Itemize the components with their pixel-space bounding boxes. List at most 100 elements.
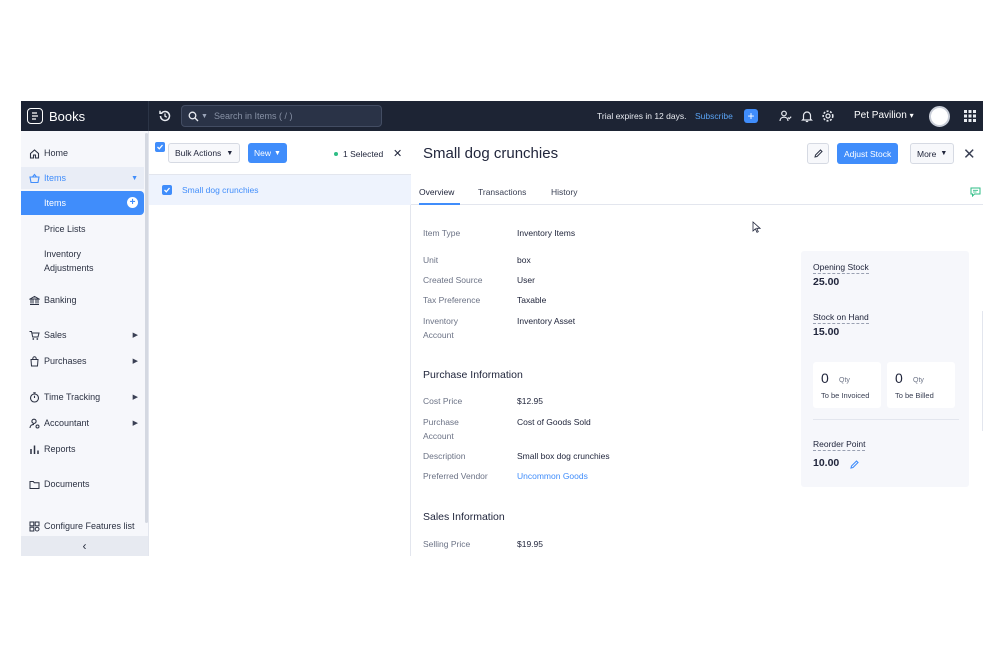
- list-item[interactable]: Small dog crunchies: [149, 175, 411, 205]
- item-name-link[interactable]: Small dog crunchies: [182, 185, 259, 195]
- app-logo[interactable]: Books: [21, 101, 149, 131]
- selected-count: 1 Selected: [343, 149, 384, 159]
- sidebar-item-label: Configure Features list: [44, 521, 135, 531]
- edit-button[interactable]: [807, 143, 829, 164]
- quick-create-button[interactable]: +: [744, 109, 758, 123]
- description-label: Description: [423, 451, 466, 461]
- notifications-bell-icon[interactable]: [800, 109, 814, 123]
- row-checkbox[interactable]: [162, 185, 172, 195]
- list-toolbar: Bulk Actions ▼ New ▼ 1 Selected ✕: [149, 131, 411, 175]
- stock-on-hand-label[interactable]: Stock on Hand: [813, 311, 869, 324]
- page-title: Small dog crunchies: [423, 145, 559, 162]
- inventory-account-value: Inventory Asset: [517, 316, 576, 326]
- unit-label: Unit: [423, 255, 439, 265]
- sidebar-item-sales[interactable]: Sales ▶: [21, 324, 144, 346]
- clear-selection-close-icon[interactable]: ✕: [393, 147, 402, 160]
- more-label: More: [917, 148, 937, 159]
- selling-price-value: $19.95: [517, 539, 543, 549]
- opening-stock-value: 25.00: [813, 276, 840, 288]
- search-bar[interactable]: ▼: [181, 105, 382, 127]
- sidebar-item-label: Inventory: [44, 249, 82, 259]
- detail-tabs: Overview Transactions History: [411, 181, 983, 205]
- to-be-billed-label: To be Billed: [895, 391, 934, 400]
- recent-history-icon[interactable]: [157, 108, 173, 124]
- users-icon[interactable]: [778, 109, 792, 123]
- edit-reorder-pencil-icon[interactable]: [849, 459, 860, 470]
- to-be-billed-qty: 0: [895, 370, 903, 386]
- sidebar-item-configure-features[interactable]: Configure Features list: [21, 515, 144, 537]
- collapse-sidebar-button[interactable]: ‹: [21, 536, 148, 556]
- sidebar-subitem-items[interactable]: Items +: [21, 191, 144, 215]
- preferred-vendor-label: Preferred Vendor: [423, 471, 488, 481]
- reorder-point-label[interactable]: Reorder Point: [813, 438, 866, 451]
- sales-information-heading: Sales Information: [423, 511, 505, 523]
- chevron-right-icon: ▶: [132, 332, 138, 339]
- org-name: Pet Pavilion: [854, 110, 907, 121]
- organization-switcher[interactable]: Pet Pavilion ▾: [854, 110, 914, 121]
- subscribe-link[interactable]: Subscribe: [695, 111, 733, 121]
- sidebar-subitem-price-lists[interactable]: Price Lists: [44, 222, 86, 236]
- sidebar-item-label: Time Tracking: [44, 392, 101, 402]
- sidebar-item-purchases[interactable]: Purchases ▶: [21, 350, 144, 372]
- chevron-down-icon: ▼: [940, 150, 948, 157]
- search-input[interactable]: [213, 111, 364, 121]
- org-chevron-down-icon: ▾: [909, 111, 914, 120]
- sidebar-item-documents[interactable]: Documents: [21, 473, 144, 495]
- chevron-down-icon: ▼: [131, 174, 138, 182]
- accountant-icon: [28, 417, 40, 429]
- search-scope-chevron-icon[interactable]: ▼: [201, 113, 208, 120]
- app-grid-icon[interactable]: [964, 110, 976, 122]
- adjust-stock-button[interactable]: Adjust Stock: [837, 143, 899, 164]
- home-icon: [28, 147, 40, 159]
- bank-icon: [28, 294, 40, 306]
- detail-scrollbar[interactable]: [982, 311, 983, 431]
- sidebar-item-label: Banking: [44, 295, 77, 305]
- opening-stock-label[interactable]: Opening Stock: [813, 261, 869, 274]
- user-avatar[interactable]: [929, 106, 950, 127]
- add-item-plus-icon[interactable]: +: [127, 197, 138, 208]
- more-menu-button[interactable]: More ▼: [910, 143, 955, 164]
- cart-icon: [28, 329, 40, 341]
- pencil-icon: [813, 149, 823, 158]
- tab-transactions[interactable]: Transactions: [478, 187, 526, 197]
- comment-icon[interactable]: [970, 187, 981, 197]
- checkmark-icon: [157, 144, 163, 150]
- bulk-actions-button[interactable]: Bulk Actions ▼: [168, 143, 241, 163]
- description-value: Small box dog crunchies: [517, 451, 610, 461]
- tab-history[interactable]: History: [551, 187, 577, 197]
- to-be-billed-box: 0 Qty To be Billed: [887, 362, 955, 408]
- sidebar-item-time-tracking[interactable]: Time Tracking ▶: [21, 386, 144, 408]
- sidebar-item-label: Sales: [44, 330, 67, 340]
- books-logo-icon: [27, 108, 43, 124]
- sidebar-item-label: Documents: [44, 479, 90, 489]
- new-label: New: [254, 148, 272, 158]
- chevron-right-icon: ▶: [132, 394, 138, 401]
- cost-price-label: Cost Price: [423, 396, 463, 406]
- chevron-right-icon: ▶: [132, 420, 138, 427]
- top-bar: Books ▼ Trial expires in 12 days. Subscr…: [21, 101, 983, 131]
- close-detail-icon[interactable]: ✕: [963, 145, 976, 163]
- sidebar-item-accountant[interactable]: Accountant ▶: [21, 412, 144, 434]
- settings-gear-icon[interactable]: [821, 109, 835, 123]
- created-source-value: User: [517, 275, 535, 285]
- sidebar-item-reports[interactable]: Reports: [21, 438, 144, 460]
- to-be-invoiced-box: 0 Qty To be Invoiced: [813, 362, 881, 408]
- preferred-vendor-link[interactable]: Uncommon Goods: [517, 470, 588, 484]
- stock-summary-card: Opening Stock 25.00 Stock on Hand 15.00 …: [801, 251, 969, 487]
- sidebar-item-label: Purchases: [44, 356, 87, 366]
- new-item-button[interactable]: New ▼: [248, 143, 287, 163]
- purchase-account-label: Purchase Account: [423, 417, 459, 441]
- qty-unit: Qty: [913, 377, 924, 384]
- item-detail-pane: Small dog crunchies Adjust Stock More ▼ …: [411, 131, 983, 556]
- sidebar-item-banking[interactable]: Banking: [21, 289, 144, 311]
- sidebar-item-home[interactable]: Home: [21, 142, 144, 164]
- bulk-actions-label: Bulk Actions: [175, 148, 222, 158]
- sidebar-scrollbar[interactable]: [145, 133, 148, 523]
- select-all-checkbox[interactable]: [155, 142, 165, 152]
- sidebar-item-items[interactable]: Items ▼: [21, 167, 144, 189]
- trial-notice: Trial expires in 12 days.: [597, 111, 687, 121]
- sidebar: Home Items ▼ Items + Price Lists Invento…: [21, 131, 149, 556]
- tax-preference-label: Tax Preference: [423, 295, 481, 305]
- sidebar-subitem-inventory-adjustments[interactable]: Inventory Adjustments: [44, 247, 94, 275]
- tab-overview[interactable]: Overview: [419, 187, 454, 197]
